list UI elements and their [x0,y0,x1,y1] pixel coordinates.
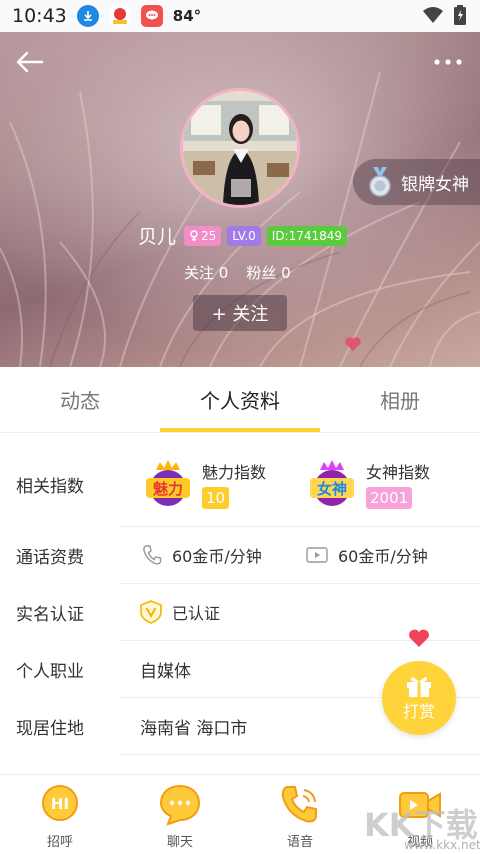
fans-count: 0 [281,264,291,282]
call-fee-body: 60金币/分钟 60金币/分钟 [120,527,480,584]
id-tag: ID:1741849 [266,225,348,246]
index-body: 魅力 魅力指数 10 女神 女神指数 2001 [120,441,480,527]
more-dots-icon [434,59,462,65]
username: 贝儿 [138,226,177,248]
following-count: 0 [218,264,229,282]
female-icon [190,229,198,241]
greet-label: 招呼 [46,835,73,850]
tab-moments[interactable]: 动态 [0,367,160,432]
watermark: KK下载 www.kkx.net [364,800,480,854]
age-tag: 25 [184,225,222,246]
status-time: 10:43 [12,5,67,27]
wifi-icon [423,7,443,23]
chat-button[interactable]: 聊天 [120,775,240,854]
call-fee-row: 通话资费 60金币/分钟 60金币/分钟 [0,527,480,584]
chat-label: 聊天 [166,835,193,850]
name-row: 贝儿 25 LV.0 ID:1741849 [138,222,348,249]
video-camera-icon [306,547,328,563]
greet-icon-text: HI [51,795,69,813]
index-label: 相关指数 [16,476,84,497]
greet-button[interactable]: HI 招呼 [0,775,120,854]
more-options-button[interactable] [432,50,464,74]
silver-medal-icon [369,167,391,197]
back-button[interactable] [14,48,46,76]
profile-tabs: 动态 个人资料 相册 [0,367,480,433]
residence-label: 现居住地 [16,719,84,739]
tab-profile-info[interactable]: 个人资料 [160,367,320,432]
video-fee: 60金币/分钟 [284,543,448,567]
age-value: 25 [201,228,217,243]
watermark-url: www.kkx.net [404,838,480,852]
fans-stat[interactable]: 粉丝 0 [246,262,290,283]
reward-label: 打赏 [402,702,435,721]
goddess-index-name: 女神指数 [366,462,431,482]
voice-fee-value: 60金币/分钟 [172,547,262,566]
realname-label: 实名认证 [16,605,84,625]
tab-album[interactable]: 相册 [320,367,480,432]
hi-greet-icon: HI [42,785,78,821]
goddess-logo-icon: 女神 [310,459,354,506]
level-tag: LV.0 [227,225,261,246]
realname-value: 已认证 [172,604,221,623]
back-arrow-icon [16,51,44,73]
residence-value: 海南省 海口市 [140,718,248,739]
message-app-icon [140,5,163,27]
voice-call-icon [281,786,317,823]
follow-stats: 关注 0 粉丝 0 [184,262,291,283]
job-label: 个人职业 [16,662,84,682]
download-icon [76,5,99,27]
phone-icon [143,545,162,565]
goddess-index-value: 2001 [366,486,413,509]
heart-icon[interactable] [344,336,362,352]
avatar-photo [183,91,297,205]
verified-shield-icon [140,600,162,624]
video-fee-value: 60金币/分钟 [338,547,428,566]
profile-header: 银牌女神 贝儿 25 LV.0 ID:1741849 关注 0 粉丝 0 + 关… [0,32,480,367]
charm-index-value: 10 [202,486,230,509]
index-row: 相关指数 魅力 魅力指数 10 女神 女神指数 2001 [0,441,480,527]
badge-label: 银牌女神 [401,174,469,195]
charm-index: 魅力 魅力指数 10 [120,458,284,510]
job-value: 自媒体 [140,661,191,682]
call-fee-label: 通话资费 [16,548,84,568]
realname-status: 已认证 [120,600,220,624]
following-stat[interactable]: 关注 0 [184,262,228,283]
voice-label: 语音 [286,835,313,850]
silver-goddess-badge[interactable]: 银牌女神 [353,159,480,205]
gift-icon [407,677,431,697]
reward-button[interactable]: 打赏 [382,661,456,735]
voice-fee: 60金币/分钟 [120,543,284,567]
chat-bubble-icon [159,784,201,826]
profile-screen: 10:43 84° 银牌女神 贝儿 25 LV.0 ID:1741849 关注 … [0,0,480,854]
following-label: 关注 [184,264,215,282]
charm-logo-text: 魅力 [153,480,183,498]
avatar[interactable] [180,88,300,208]
follow-button[interactable]: + 关注 [193,295,287,331]
fans-label: 粉丝 [246,264,277,282]
charm-index-name: 魅力指数 [202,462,267,482]
battery-icon [454,5,466,25]
status-temperature: 84° [172,7,202,25]
status-bar: 10:43 84° [0,0,480,32]
app-notification-icon [108,5,131,27]
voice-call-button[interactable]: 语音 [240,775,360,854]
reward-heart-icon [409,629,429,647]
charm-logo-icon: 魅力 [146,459,190,506]
goddess-logo-text: 女神 [317,480,347,498]
goddess-index: 女神 女神指数 2001 [284,458,448,510]
